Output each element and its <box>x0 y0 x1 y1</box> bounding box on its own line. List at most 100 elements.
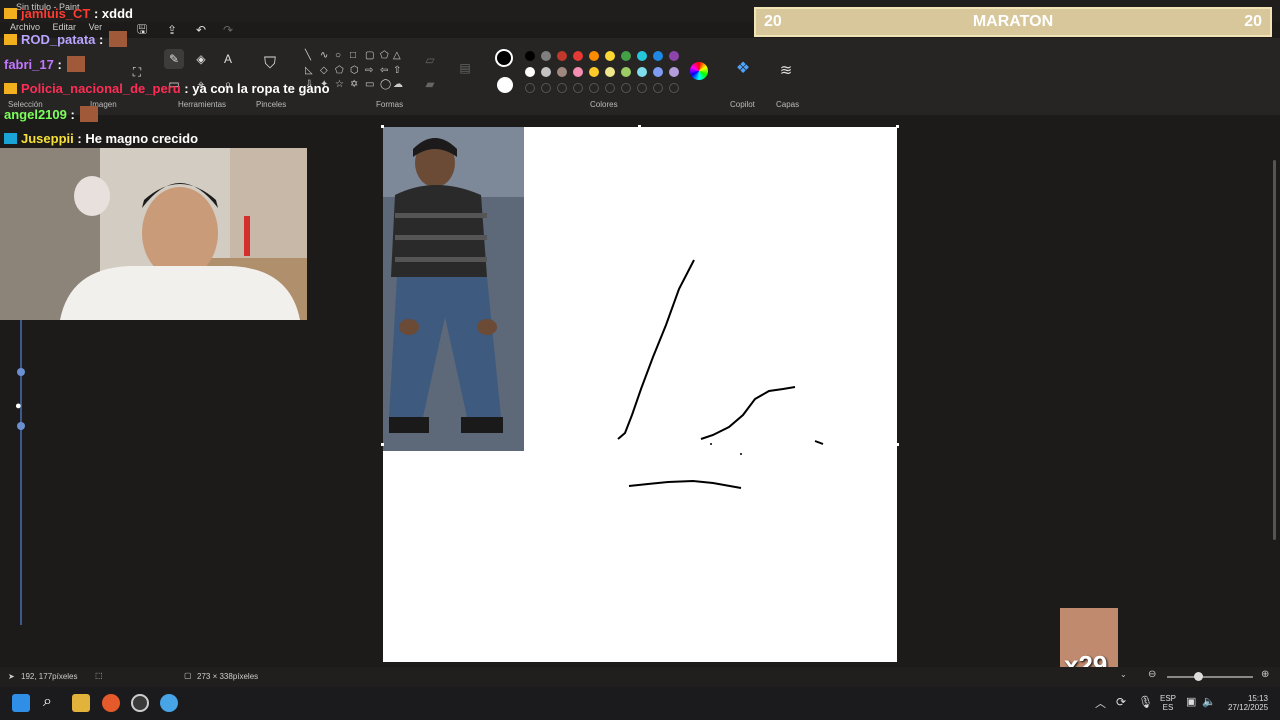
zoom-slider[interactable] <box>1167 676 1253 678</box>
outline-icon[interactable]: ▱ <box>420 50 440 70</box>
callout-cloud-shape-icon[interactable]: ☁ <box>393 80 403 90</box>
resize-handle[interactable] <box>381 125 384 128</box>
custom-color-slot[interactable] <box>621 83 631 93</box>
language-indicator[interactable]: ESP ES <box>1160 694 1176 712</box>
crop-icon[interactable]: ⛶ <box>127 62 147 82</box>
color-swatch[interactable] <box>605 67 615 77</box>
color-swatch[interactable] <box>525 51 535 61</box>
triangle-shape-icon[interactable]: △ <box>393 51 403 61</box>
layers-icon[interactable]: ≋ <box>776 60 796 80</box>
zoom-in-icon[interactable]: ⊕ <box>1261 669 1269 680</box>
polygon-shape-icon[interactable]: ⬠ <box>380 51 390 61</box>
resize-handle[interactable] <box>896 443 899 446</box>
microphone-icon[interactable]: 🎙 <box>1138 695 1153 709</box>
arrow-left-shape-icon[interactable]: ⇦ <box>380 66 390 76</box>
save-icon[interactable]: 🖫 <box>132 20 152 40</box>
right-triangle-shape-icon[interactable]: ◺ <box>305 66 315 76</box>
slider-knob[interactable] <box>17 422 25 430</box>
volume-icon[interactable]: ● <box>15 400 27 412</box>
text-icon[interactable]: A <box>218 49 238 69</box>
shape-style-icon[interactable]: ▤ <box>455 58 475 78</box>
arrow-up-shape-icon[interactable]: ⇧ <box>393 66 403 76</box>
custom-color-slot[interactable] <box>541 83 551 93</box>
curve-shape-icon[interactable]: ∿ <box>320 51 330 61</box>
brush-icon[interactable]: ⛉ <box>260 54 280 74</box>
rectangle-shape-icon[interactable]: □ <box>350 51 360 61</box>
stroke-bottom-line <box>628 479 742 489</box>
primary-color-swatch[interactable] <box>495 49 513 67</box>
group-label-colores: Colores <box>590 100 618 109</box>
resize-handle[interactable] <box>896 125 899 128</box>
hexagon-shape-icon[interactable]: ⬡ <box>350 66 360 76</box>
resize-handle[interactable] <box>381 443 384 446</box>
zoom-out-icon[interactable]: ⊖ <box>1148 669 1156 680</box>
star6-shape-icon[interactable]: ✡ <box>350 80 360 90</box>
color-swatch[interactable] <box>653 51 663 61</box>
color-swatch[interactable] <box>621 67 631 77</box>
shape-fill-icon[interactable]: ▰ <box>420 74 440 94</box>
custom-color-slot[interactable] <box>653 83 663 93</box>
resize-handle[interactable] <box>638 125 641 128</box>
callout-rect-shape-icon[interactable]: ▭ <box>365 80 375 90</box>
share-icon[interactable]: ⇪ <box>162 20 182 40</box>
diamond-shape-icon[interactable]: ◇ <box>320 66 330 76</box>
color-swatch[interactable] <box>573 67 583 77</box>
obs-icon[interactable] <box>131 694 149 712</box>
line-shape-icon[interactable]: ╲ <box>305 51 315 61</box>
custom-color-slot[interactable] <box>557 83 567 93</box>
color-swatch[interactable] <box>669 51 679 61</box>
network-icon[interactable]: ▣ <box>1186 695 1196 708</box>
zoom-dropdown-icon[interactable]: ⌄ <box>1120 670 1127 679</box>
color-swatch[interactable] <box>637 67 647 77</box>
custom-color-slot[interactable] <box>669 83 679 93</box>
star5-shape-icon[interactable]: ☆ <box>335 80 345 90</box>
color-swatch[interactable] <box>589 51 599 61</box>
sync-icon[interactable]: ⟳ <box>1116 695 1126 709</box>
color-swatch[interactable] <box>541 51 551 61</box>
pentagon-shape-icon[interactable]: ⬠ <box>335 66 345 76</box>
color-swatch[interactable] <box>557 67 567 77</box>
color-swatch[interactable] <box>621 51 631 61</box>
color-swatch[interactable] <box>653 67 663 77</box>
vertical-scrollbar[interactable] <box>1273 160 1276 540</box>
color-swatch[interactable] <box>589 67 599 77</box>
chat-username: Policia_nacional_de_peru <box>21 81 181 96</box>
clock[interactable]: 15:13 27/12/2025 <box>1228 694 1268 712</box>
custom-color-slot[interactable] <box>573 83 583 93</box>
slider-knob[interactable] <box>17 368 25 376</box>
chat-username: jamluis_CT <box>21 6 91 21</box>
custom-color-slot[interactable] <box>605 83 615 93</box>
file-explorer-icon[interactable] <box>72 694 90 712</box>
speaker-icon[interactable]: 🔈 <box>1202 695 1216 708</box>
vertical-slider[interactable] <box>20 320 22 625</box>
search-icon[interactable]: ⌕ <box>43 693 52 711</box>
zoom-slider-thumb[interactable] <box>1194 672 1203 681</box>
arrow-right-shape-icon[interactable]: ⇨ <box>365 66 375 76</box>
brave-browser-icon[interactable] <box>102 694 120 712</box>
color-swatch[interactable] <box>669 67 679 77</box>
redo-icon[interactable]: ↷ <box>218 20 238 40</box>
paint-app-icon[interactable] <box>160 694 178 712</box>
fill-icon[interactable]: ◈ <box>191 49 211 69</box>
color-swatch[interactable] <box>605 51 615 61</box>
undo-icon[interactable]: ↶ <box>191 20 211 40</box>
chat-message: angel2109 : <box>4 106 99 122</box>
callout-oval-shape-icon[interactable]: ◯ <box>380 80 391 90</box>
tray-chevron-up-icon[interactable]: ︿ <box>1095 695 1106 711</box>
copilot-icon[interactable]: ❖ <box>733 58 753 78</box>
pencil-icon[interactable]: ✎ <box>164 49 184 69</box>
chat-username: fabri_17 <box>4 57 54 72</box>
windows-start-icon[interactable] <box>12 694 30 712</box>
edit-colors-icon[interactable] <box>690 62 708 80</box>
custom-color-slot[interactable] <box>637 83 647 93</box>
color-swatch[interactable] <box>637 51 647 61</box>
color-swatch[interactable] <box>525 67 535 77</box>
oval-shape-icon[interactable]: ○ <box>335 51 345 61</box>
custom-color-slot[interactable] <box>589 83 599 93</box>
custom-color-slot[interactable] <box>525 83 535 93</box>
color-swatch[interactable] <box>573 51 583 61</box>
rounded-rect-shape-icon[interactable]: ▢ <box>365 51 375 61</box>
secondary-color-swatch[interactable] <box>497 77 513 93</box>
color-swatch[interactable] <box>557 51 567 61</box>
color-swatch[interactable] <box>541 67 551 77</box>
